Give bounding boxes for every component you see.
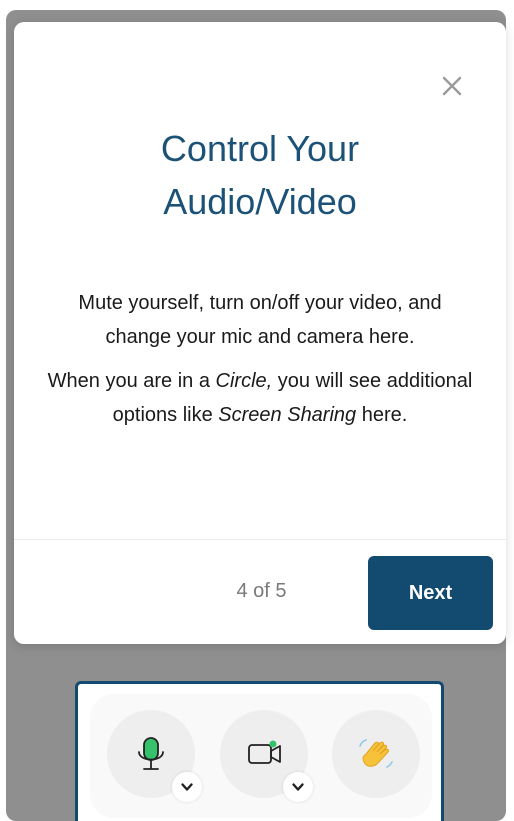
close-button[interactable] [436, 70, 468, 102]
paragraph-2-text-c: here. [356, 404, 408, 426]
media-controls-highlight [75, 681, 444, 821]
chevron-down-icon [292, 783, 304, 791]
waving-hand-icon [359, 739, 393, 768]
next-button[interactable]: Next [368, 556, 493, 630]
chevron-down-icon [181, 783, 193, 791]
tooltip-divider [14, 539, 506, 540]
paragraph-2-text-a: When you are in a [47, 370, 216, 392]
camera-options-button[interactable] [283, 772, 313, 802]
raise-hand-button[interactable] [332, 710, 420, 798]
tooltip-paragraph-2: When you are in a Circle, you will see a… [44, 364, 476, 432]
step-counter: 4 of 5 [236, 580, 287, 602]
microphone-icon [138, 737, 164, 770]
tooltip-title: Control Your Audio/Video [54, 122, 466, 228]
camera-icon [248, 740, 281, 764]
close-icon [442, 76, 462, 96]
tooltip-title-line1: Control Your [160, 128, 360, 169]
tooltip-pointer [247, 621, 279, 641]
media-controls-bar [90, 694, 432, 818]
onboarding-tooltip: Control Your Audio/Video Mute yourself, … [14, 22, 506, 644]
circle-term: Circle, [215, 370, 273, 392]
microphone-options-button[interactable] [172, 772, 202, 802]
tooltip-body: Mute yourself, turn on/off your video, a… [44, 286, 476, 432]
screen-sharing-term: Screen Sharing [218, 404, 357, 426]
tooltip-title-line2: Audio/Video [163, 181, 357, 222]
tooltip-paragraph-1: Mute yourself, turn on/off your video, a… [78, 292, 442, 348]
